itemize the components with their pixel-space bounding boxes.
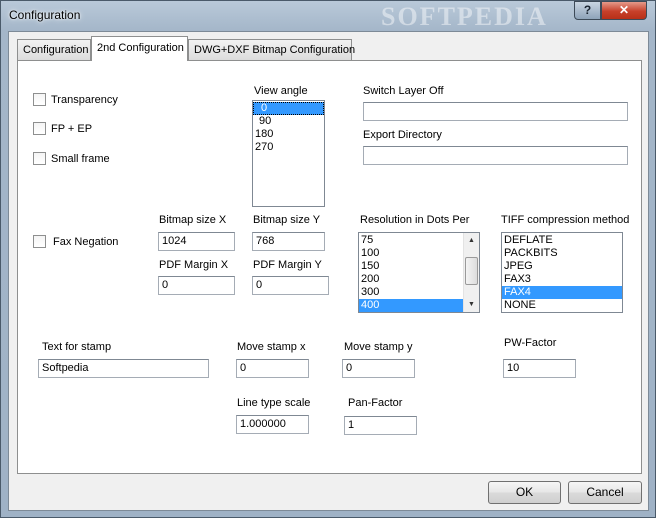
resolution-option[interactable]: 400: [359, 299, 463, 312]
tab-panel-2nd-configuration: Transparency FP + EP Small frame Fax Neg…: [17, 60, 642, 474]
resolution-option[interactable]: 75: [359, 234, 479, 247]
bitmap-size-x-label: Bitmap size X: [159, 214, 227, 226]
pdf-margin-y-label: PDF Margin Y: [253, 259, 322, 271]
fp-ep-checkbox[interactable]: [33, 122, 46, 135]
tab-dwg-dxf-bitmap-configuration[interactable]: DWG+DXF Bitmap Configuration: [188, 39, 355, 60]
tiff-compression-label: TIFF compression method: [501, 214, 630, 226]
scroll-thumb[interactable]: [465, 257, 478, 285]
configuration-window: Configuration SOFTPEDIA ? ✕ Configuratio…: [0, 0, 656, 518]
transparency-label[interactable]: Transparency: [51, 94, 118, 106]
ok-button[interactable]: OK: [488, 481, 561, 504]
move-stamp-x-field[interactable]: 0: [236, 359, 309, 378]
resolution-scrollbar[interactable]: ▲ ▼: [463, 233, 479, 312]
bitmap-size-x-field[interactable]: 1024: [158, 232, 235, 251]
dialog-client-area: Configuration 2nd Configuration DWG+DXF …: [8, 31, 649, 511]
line-type-scale-field[interactable]: 1.000000: [236, 415, 309, 434]
tiff-compression-option[interactable]: JPEG: [502, 260, 622, 273]
tab-configuration[interactable]: Configuration: [17, 39, 91, 60]
transparency-checkbox[interactable]: [33, 93, 46, 106]
view-angle-option[interactable]: 270: [253, 141, 324, 154]
switch-layer-off-field[interactable]: [363, 102, 628, 121]
tiff-compression-listbox[interactable]: DEFLATE PACKBITS JPEG FAX3 FAX4 NONE: [501, 232, 623, 313]
view-angle-listbox[interactable]: 0 90 180 270: [252, 100, 325, 207]
resolution-option[interactable]: 150: [359, 260, 479, 273]
tiff-compression-option[interactable]: DEFLATE: [502, 234, 622, 247]
small-frame-label[interactable]: Small frame: [51, 153, 110, 165]
switch-layer-off-label: Switch Layer Off: [363, 85, 444, 97]
move-stamp-x-label: Move stamp x: [237, 341, 306, 353]
view-angle-option[interactable]: 180: [253, 128, 324, 141]
scroll-down-icon[interactable]: ▼: [464, 297, 479, 312]
resolution-listbox[interactable]: 75 100 150 200 300 400 ▲ ▼: [358, 232, 480, 313]
view-angle-option[interactable]: 0: [253, 102, 324, 115]
export-directory-field[interactable]: [363, 146, 628, 165]
small-frame-checkbox[interactable]: [33, 152, 46, 165]
title-bar[interactable]: Configuration SOFTPEDIA ? ✕: [1, 1, 655, 31]
tiff-compression-option[interactable]: FAX4: [502, 286, 622, 299]
pw-factor-label: PW-Factor: [504, 337, 557, 349]
window-title: Configuration: [9, 8, 81, 22]
view-angle-option[interactable]: 90: [253, 115, 324, 128]
softpedia-watermark: SOFTPEDIA: [381, 2, 548, 31]
line-type-scale-label: Line type scale: [237, 397, 311, 409]
tab-2nd-configuration[interactable]: 2nd Configuration: [91, 36, 188, 61]
move-stamp-y-label: Move stamp y: [344, 341, 413, 353]
export-directory-label: Export Directory: [363, 129, 442, 141]
resolution-option[interactable]: 200: [359, 273, 479, 286]
tiff-compression-option[interactable]: NONE: [502, 299, 622, 312]
resolution-option[interactable]: 300: [359, 286, 479, 299]
help-button[interactable]: ?: [574, 1, 601, 20]
fp-ep-label[interactable]: FP + EP: [51, 123, 92, 135]
pdf-margin-y-field[interactable]: 0: [252, 276, 329, 295]
pw-factor-field[interactable]: 10: [503, 359, 576, 378]
move-stamp-y-field[interactable]: 0: [342, 359, 415, 378]
pan-factor-field[interactable]: 1: [344, 416, 417, 435]
scroll-up-icon[interactable]: ▲: [464, 233, 479, 248]
pdf-margin-x-label: PDF Margin X: [159, 259, 229, 271]
close-icon: ✕: [618, 3, 630, 17]
close-button[interactable]: ✕: [601, 1, 647, 20]
view-angle-label: View angle: [254, 85, 308, 97]
fax-negation-label[interactable]: Fax Negation: [53, 236, 118, 248]
cancel-button[interactable]: Cancel: [568, 481, 642, 504]
bitmap-size-y-label: Bitmap size Y: [253, 214, 321, 226]
pan-factor-label: Pan-Factor: [348, 397, 403, 409]
text-for-stamp-label: Text for stamp: [42, 341, 112, 353]
bitmap-size-y-field[interactable]: 768: [252, 232, 325, 251]
resolution-option[interactable]: 100: [359, 247, 479, 260]
fax-negation-checkbox[interactable]: [33, 235, 46, 248]
resolution-label: Resolution in Dots Per: [360, 214, 470, 226]
text-for-stamp-field[interactable]: Softpedia: [38, 359, 209, 378]
tiff-compression-option[interactable]: PACKBITS: [502, 247, 622, 260]
tiff-compression-option[interactable]: FAX3: [502, 273, 622, 286]
pdf-margin-x-field[interactable]: 0: [158, 276, 235, 295]
